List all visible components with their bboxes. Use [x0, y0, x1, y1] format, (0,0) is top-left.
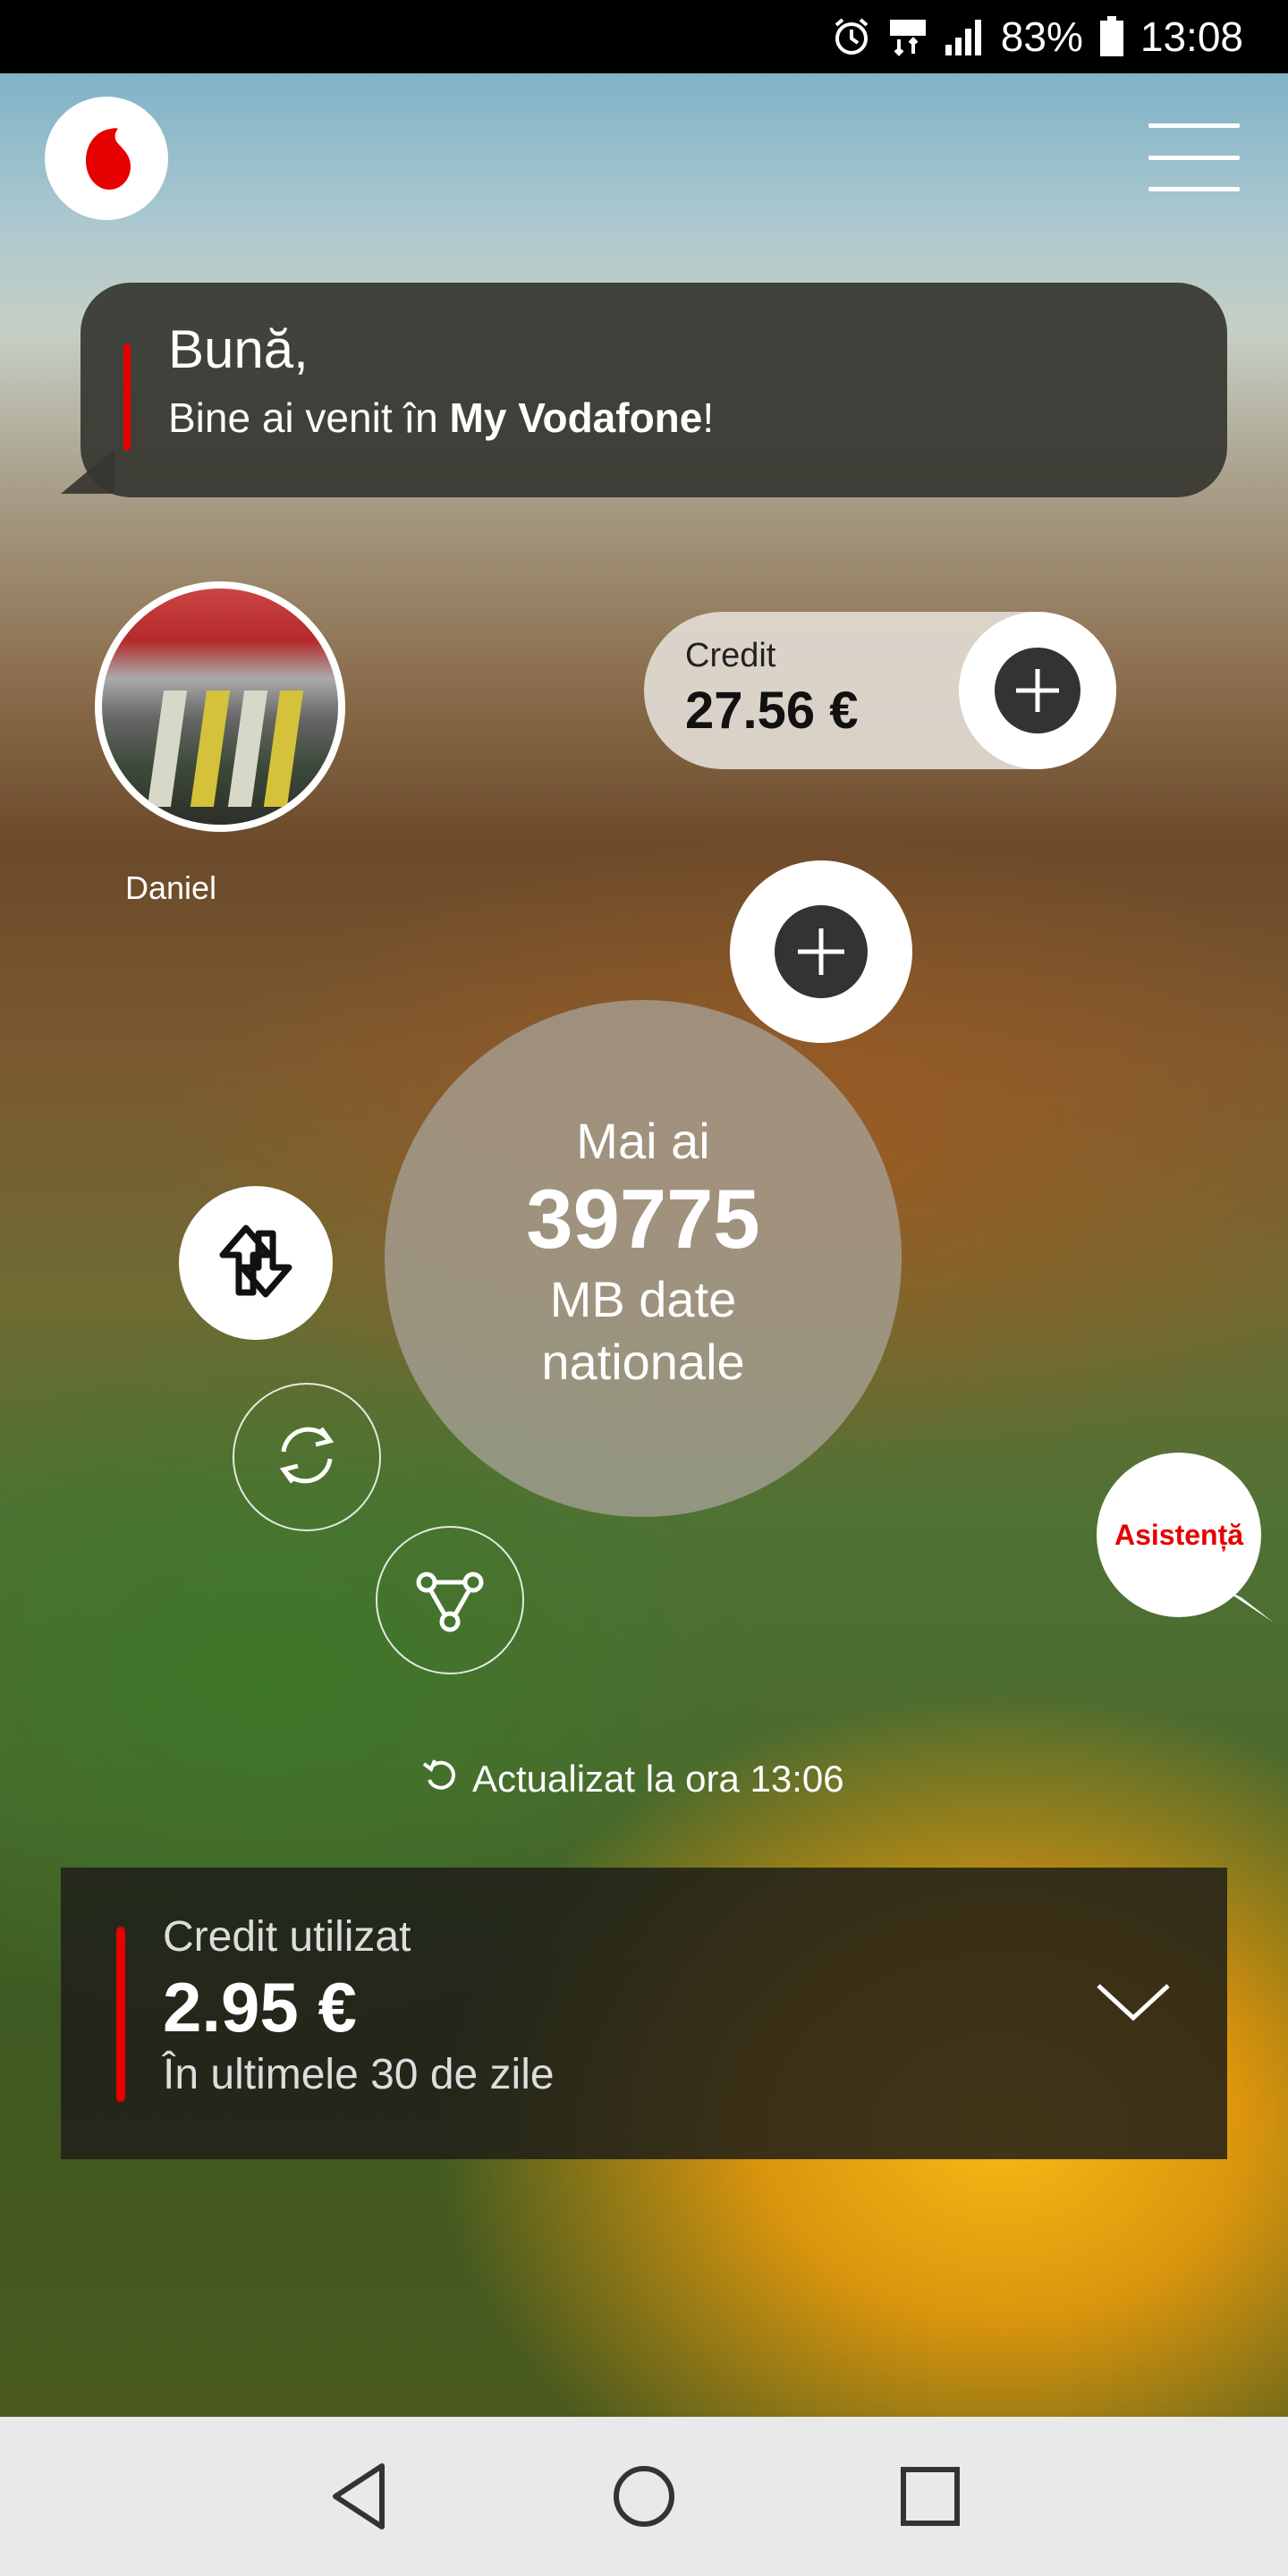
data-unit-line2: nationale [541, 1334, 745, 1390]
last-updated[interactable]: Actualizat la ora 13:06 [420, 1755, 844, 1803]
data-remaining-label: Mai ai [576, 1113, 710, 1169]
home-icon [614, 2466, 674, 2527]
profile-photo [102, 589, 338, 825]
battery-percentage: 83% [1000, 13, 1083, 60]
support-label: Asistență [1114, 1518, 1244, 1551]
avatar[interactable] [95, 581, 345, 832]
refresh-icon [264, 1412, 350, 1503]
plus-icon [995, 648, 1080, 733]
switch-view-button[interactable] [179, 1186, 333, 1340]
hamburger-menu-icon[interactable] [1148, 123, 1240, 191]
data-unit-line1: MB date [549, 1271, 737, 1327]
greeting-bubble: Bună, Bine ai venit în My Vodafone! [61, 283, 1227, 497]
renew-button[interactable] [233, 1383, 381, 1531]
profile-name: Daniel [125, 869, 217, 906]
greeting-message: Bine ai venit în My Vodafone! [168, 394, 715, 441]
back-button[interactable] [313, 2452, 402, 2541]
system-nav-bar [0, 2417, 1288, 2576]
chevron-down-icon[interactable] [1093, 1975, 1174, 2033]
last-updated-text: Actualizat la ora 13:06 [472, 1758, 844, 1800]
greeting-title: Bună, [168, 319, 309, 379]
vodafone-logo[interactable] [45, 97, 168, 220]
used-credit-amount: 2.95 € [163, 1968, 357, 2046]
refresh-small-icon [420, 1755, 460, 1803]
plus-icon [775, 905, 868, 998]
data-remaining-amount: 39775 [526, 1172, 760, 1266]
battery-icon [1099, 16, 1124, 57]
home-button[interactable] [599, 2452, 689, 2541]
network-4g-icon [888, 16, 928, 57]
share-network-icon [407, 1555, 493, 1646]
alarm-icon [831, 16, 872, 57]
add-credit-button[interactable] [959, 612, 1116, 769]
used-credit-title: Credit utilizat [163, 1913, 411, 1961]
share-button[interactable] [376, 1526, 524, 1674]
clock: 13:08 [1140, 13, 1243, 60]
signal-icon [944, 18, 985, 55]
data-remaining-circle[interactable]: Mai ai 39775 MB date nationale [385, 1000, 902, 1517]
used-credit-period: În ultimele 30 de zile [163, 2051, 555, 2098]
back-icon [333, 2463, 385, 2529]
status-bar: 83% 13:08 [0, 0, 1288, 73]
used-credit-panel[interactable]: Credit utilizat 2.95 € În ultimele 30 de… [61, 1868, 1227, 2159]
support-button[interactable]: Asistență [1097, 1453, 1274, 1623]
swap-arrows-icon [207, 1212, 305, 1315]
recents-button[interactable] [886, 2452, 975, 2541]
add-data-button[interactable] [730, 860, 912, 1043]
recents-icon [901, 2467, 960, 2526]
